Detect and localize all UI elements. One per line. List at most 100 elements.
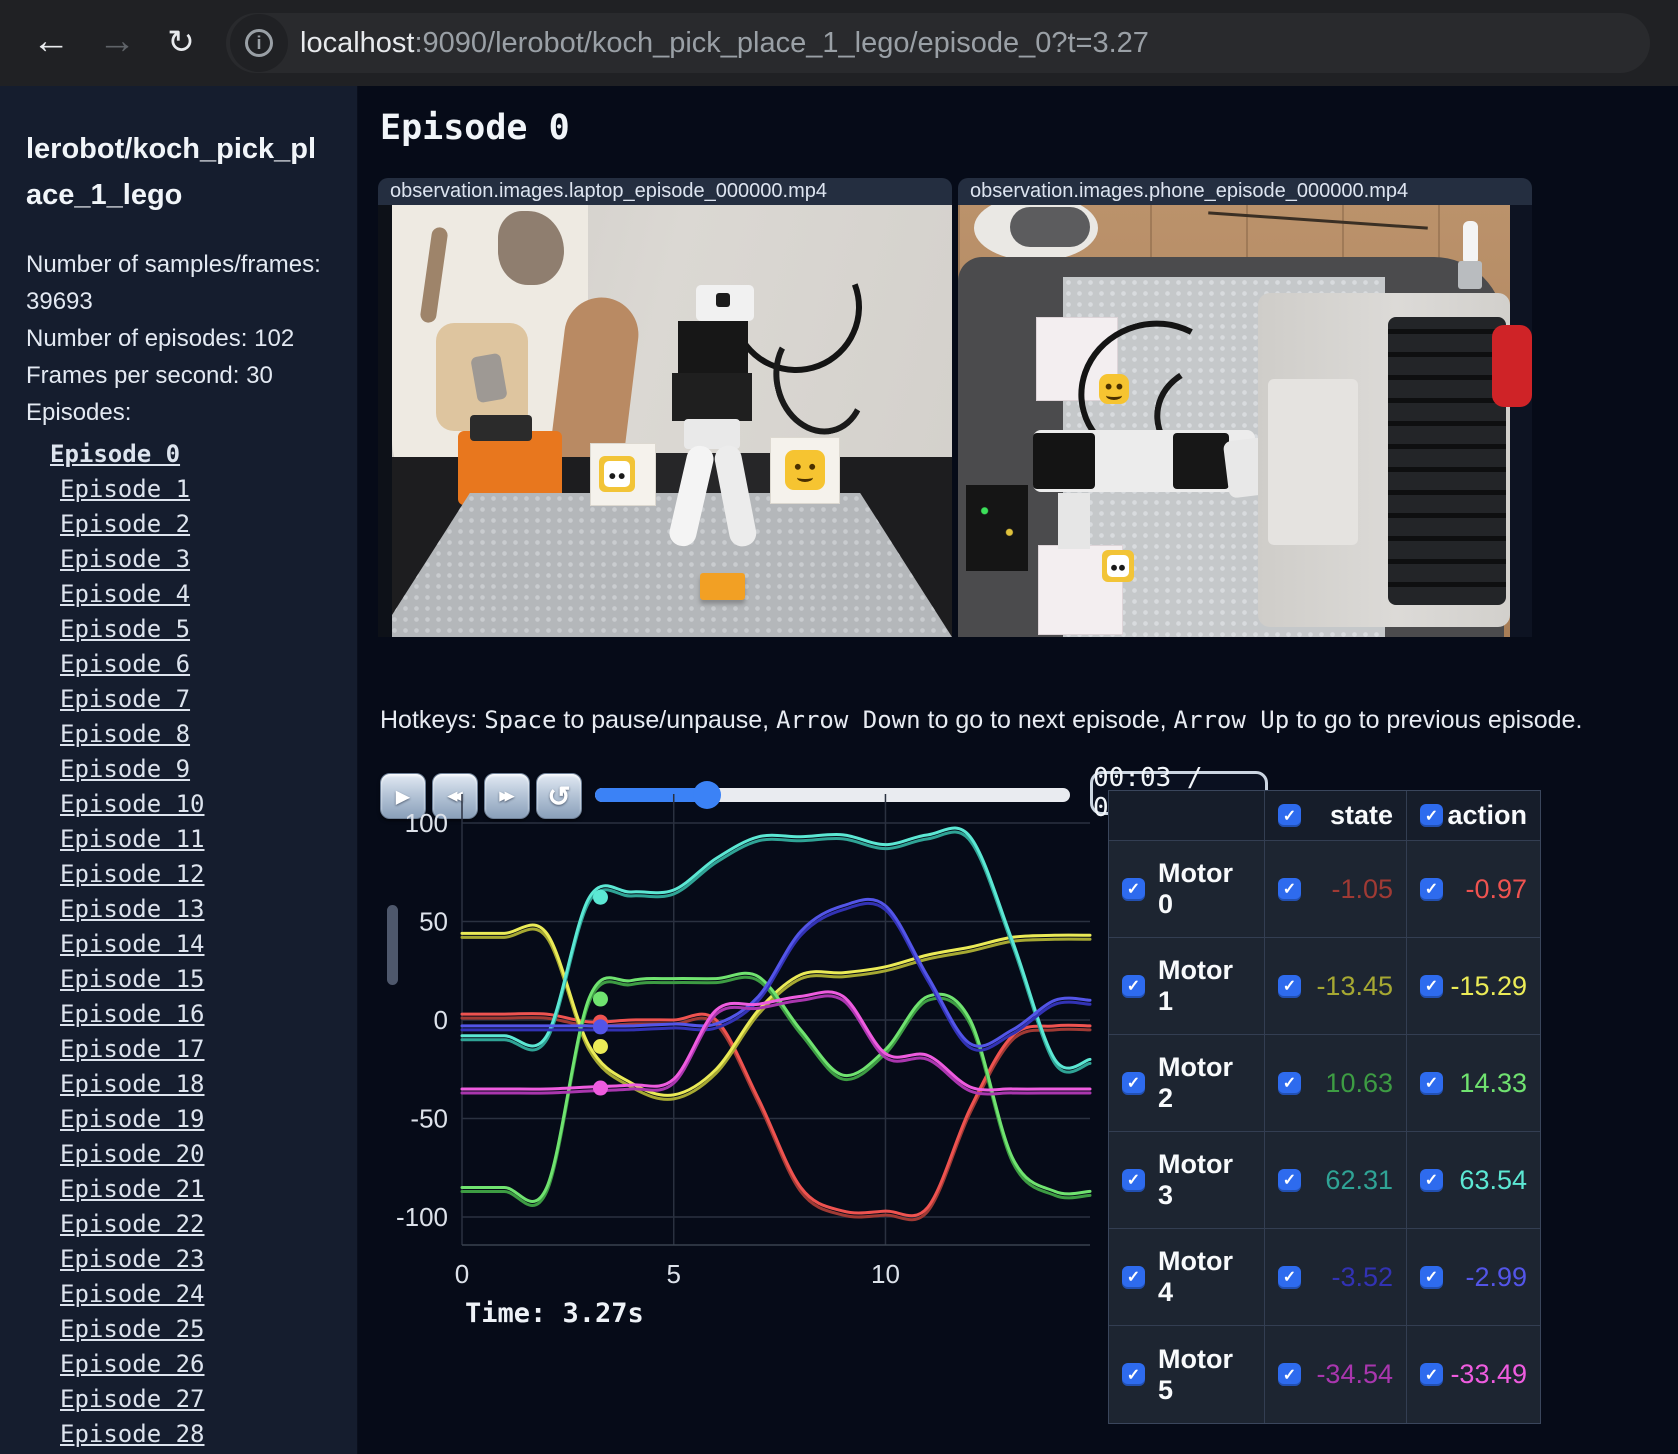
reload-icon[interactable]: ↻ bbox=[152, 12, 210, 70]
episode-link-10[interactable]: Episode 10 bbox=[60, 787, 331, 822]
y-tick-label: -100 bbox=[396, 1202, 448, 1232]
y-tick-label: -50 bbox=[410, 1104, 448, 1134]
dataset-info: Number of samples/frames: 39693 Number o… bbox=[26, 246, 331, 394]
controller-board bbox=[966, 485, 1028, 571]
episode-link-0[interactable]: Episode 0 bbox=[50, 437, 331, 472]
video-phone-title: observation.images.phone_episode_000000.… bbox=[958, 178, 1532, 205]
episode-link-7[interactable]: Episode 7 bbox=[60, 682, 331, 717]
video-letterbox bbox=[1510, 205, 1532, 637]
motor-action-value: -33.49 bbox=[1450, 1359, 1527, 1389]
motor-1-checkbox[interactable]: ✓ bbox=[1122, 974, 1145, 998]
motor-1-state-checkbox[interactable]: ✓ bbox=[1278, 974, 1301, 998]
episode-link-20[interactable]: Episode 20 bbox=[60, 1137, 331, 1172]
motor-1-action-checkbox[interactable]: ✓ bbox=[1420, 974, 1443, 998]
episode-link-19[interactable]: Episode 19 bbox=[60, 1102, 331, 1137]
episode-link-16[interactable]: Episode 16 bbox=[60, 997, 331, 1032]
hotkeys-prefix: Hotkeys: bbox=[380, 706, 485, 734]
episode-link-23[interactable]: Episode 23 bbox=[60, 1242, 331, 1277]
motor-row-0: ✓ Motor 0 ✓ -1.05 ✓ -0.97 bbox=[1109, 841, 1540, 938]
episode-link-26[interactable]: Episode 26 bbox=[60, 1347, 331, 1382]
hotkey-arrow-down: Arrow Down bbox=[776, 706, 921, 734]
motor-2-action-checkbox[interactable]: ✓ bbox=[1420, 1071, 1443, 1095]
episode-link-9[interactable]: Episode 9 bbox=[60, 752, 331, 787]
panda-face-icon bbox=[1107, 555, 1129, 577]
motor-5-state-checkbox[interactable]: ✓ bbox=[1278, 1363, 1301, 1386]
y-tick-label: 100 bbox=[405, 808, 448, 838]
episode-link-6[interactable]: Episode 6 bbox=[60, 647, 331, 682]
motor-2-checkbox[interactable]: ✓ bbox=[1122, 1071, 1145, 1095]
laptop-trackpad bbox=[1268, 379, 1358, 545]
motor-action-cell: ✓ 63.54 bbox=[1407, 1132, 1540, 1229]
motor-name: Motor 0 bbox=[1158, 858, 1233, 919]
motor-3-checkbox[interactable]: ✓ bbox=[1122, 1168, 1145, 1192]
video-laptop-player[interactable] bbox=[378, 205, 952, 637]
video-laptop: observation.images.laptop_episode_000000… bbox=[378, 178, 952, 637]
motor-4-state-checkbox[interactable]: ✓ bbox=[1278, 1265, 1301, 1289]
episode-link-1[interactable]: Episode 1 bbox=[60, 472, 331, 507]
motor-0-state-checkbox[interactable]: ✓ bbox=[1278, 877, 1301, 901]
episode-link-13[interactable]: Episode 13 bbox=[60, 892, 331, 927]
url-path: :9090/lerobot/koch_pick_place_1_lego/epi… bbox=[414, 26, 1149, 59]
episode-link-28[interactable]: Episode 28 bbox=[60, 1417, 331, 1452]
video-phone-player[interactable] bbox=[958, 205, 1532, 637]
episode-link-14[interactable]: Episode 14 bbox=[60, 927, 331, 962]
episodes-count: Number of episodes: 102 bbox=[26, 325, 295, 352]
episode-link-2[interactable]: Episode 2 bbox=[60, 507, 331, 542]
fps-info: Frames per second: 30 bbox=[26, 362, 273, 389]
episode-link-24[interactable]: Episode 24 bbox=[60, 1277, 331, 1312]
motor-row-2: ✓ Motor 2 ✓ 10.63 ✓ 14.33 bbox=[1109, 1035, 1540, 1132]
motor-action-value: 63.54 bbox=[1459, 1164, 1527, 1195]
motor-4-checkbox[interactable]: ✓ bbox=[1122, 1265, 1145, 1289]
episode-link-21[interactable]: Episode 21 bbox=[60, 1172, 331, 1207]
episode-link-5[interactable]: Episode 5 bbox=[60, 612, 331, 647]
target-box-left bbox=[590, 443, 656, 506]
hugging-face-sticker bbox=[785, 450, 825, 490]
action-header: action bbox=[1447, 800, 1527, 830]
motor-5-checkbox[interactable]: ✓ bbox=[1122, 1363, 1145, 1386]
robot-wrist bbox=[684, 419, 740, 449]
motor-action-cell: ✓ -2.99 bbox=[1407, 1229, 1540, 1326]
hotkey-space: Space bbox=[484, 706, 557, 734]
action-header-checkbox[interactable]: ✓ bbox=[1420, 804, 1443, 827]
current-time-dot-motor-4 bbox=[592, 1019, 608, 1035]
state-header-checkbox[interactable]: ✓ bbox=[1278, 804, 1301, 827]
episode-link-11[interactable]: Episode 11 bbox=[60, 822, 331, 857]
smile-icon bbox=[797, 473, 813, 483]
episode-link-18[interactable]: Episode 18 bbox=[60, 1067, 331, 1102]
motor-2-state-checkbox[interactable]: ✓ bbox=[1278, 1071, 1301, 1095]
address-bar[interactable]: i localhost:9090/lerobot/koch_pick_place… bbox=[226, 13, 1650, 73]
motor-4-action-checkbox[interactable]: ✓ bbox=[1420, 1265, 1443, 1289]
motor-5-action-checkbox[interactable]: ✓ bbox=[1420, 1363, 1443, 1386]
browser-toolbar: ← → ↻ i localhost:9090/lerobot/koch_pick… bbox=[0, 0, 1678, 86]
motor-state-value: -13.45 bbox=[1316, 970, 1393, 1001]
episode-link-25[interactable]: Episode 25 bbox=[60, 1312, 331, 1347]
motor-0-action-checkbox[interactable]: ✓ bbox=[1420, 877, 1443, 901]
robot-joint bbox=[1033, 433, 1095, 489]
motor-name-cell: ✓ Motor 3 bbox=[1109, 1132, 1265, 1229]
y-tick-label: 50 bbox=[419, 907, 448, 937]
episode-link-8[interactable]: Episode 8 bbox=[60, 717, 331, 752]
hotkeys-text: to go to next episode, bbox=[920, 706, 1174, 734]
motor-name-cell: ✓ Motor 0 bbox=[1109, 841, 1265, 938]
motor-0-checkbox[interactable]: ✓ bbox=[1122, 877, 1145, 901]
motor-name: Motor 4 bbox=[1158, 1246, 1233, 1307]
episode-link-12[interactable]: Episode 12 bbox=[60, 857, 331, 892]
current-time-dot-motor-2 bbox=[592, 991, 608, 1007]
scrollbar-thumb[interactable] bbox=[387, 905, 398, 985]
header-empty-cell bbox=[1109, 791, 1265, 841]
back-icon[interactable]: ← bbox=[22, 12, 80, 70]
motor-table: ✓ state ✓ action ✓ Motor 0 ✓ -1.05 ✓ -0.97 ✓ Motor … bbox=[1108, 790, 1541, 1424]
site-info-button[interactable]: i bbox=[230, 14, 288, 72]
motor-state-cell: ✓ 62.31 bbox=[1265, 1132, 1407, 1229]
motor-3-state-checkbox[interactable]: ✓ bbox=[1278, 1168, 1301, 1192]
forward-icon[interactable]: → bbox=[88, 12, 146, 70]
episode-link-27[interactable]: Episode 27 bbox=[60, 1382, 331, 1417]
episode-link-3[interactable]: Episode 3 bbox=[60, 542, 331, 577]
motor-3-action-checkbox[interactable]: ✓ bbox=[1420, 1168, 1443, 1192]
episode-link-4[interactable]: Episode 4 bbox=[60, 577, 331, 612]
episode-link-15[interactable]: Episode 15 bbox=[60, 962, 331, 997]
episode-link-22[interactable]: Episode 22 bbox=[60, 1207, 331, 1242]
motor-name: Motor 2 bbox=[1158, 1052, 1233, 1113]
episode-link-17[interactable]: Episode 17 bbox=[60, 1032, 331, 1067]
target-box-bottom bbox=[1038, 545, 1134, 635]
